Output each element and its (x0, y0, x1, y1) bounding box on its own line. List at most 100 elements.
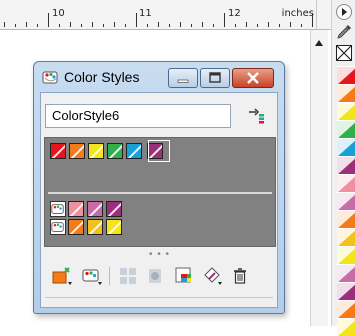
color-styles-window: Color Styles ColorStyle6 • • • (33, 61, 285, 314)
close-icon (247, 72, 259, 84)
new-harmony-icon[interactable] (81, 265, 103, 287)
color-styles-list[interactable] (44, 137, 276, 247)
palette-swatch[interactable] (337, 66, 355, 84)
ruler-tick (92, 22, 93, 27)
ruler-tick (246, 22, 247, 27)
ruler-tick (290, 22, 291, 27)
palette-swatch[interactable] (337, 120, 355, 138)
color-styles-icon (42, 71, 58, 84)
ruler-tick (15, 24, 16, 27)
harmony-swatch[interactable] (106, 201, 122, 217)
color-palette[interactable] (331, 0, 355, 336)
ruler-tick (180, 22, 181, 27)
color-style-swatch[interactable] (126, 143, 142, 159)
harmony-swatch[interactable] (68, 219, 84, 235)
palette-swatch[interactable] (337, 192, 355, 210)
palette-swatch[interactable] (337, 228, 355, 246)
ruler-tick (136, 13, 137, 27)
color-style-swatch[interactable] (50, 143, 66, 159)
import-styles-icon[interactable] (201, 265, 223, 287)
ruler-tick (301, 24, 302, 27)
palette-swatch[interactable] (337, 300, 355, 318)
harmony-swatch[interactable] (87, 219, 103, 235)
swatch-diagonal (107, 202, 121, 216)
harmony-swatch[interactable] (68, 201, 84, 217)
apply-to-selection-icon[interactable] (173, 265, 195, 287)
swatch-diagonal (89, 144, 103, 158)
delete-icon[interactable] (229, 265, 251, 287)
harmony-swatch[interactable] (87, 201, 103, 217)
ruler-tick (70, 22, 71, 27)
swatch-diagonal (108, 144, 122, 158)
convert-to-harmony-icon[interactable] (117, 265, 139, 287)
ruler-tick (103, 24, 104, 27)
swatch-diagonal (88, 202, 102, 216)
minimize-icon (177, 79, 189, 83)
resize-grip[interactable]: • • • (149, 249, 170, 260)
palette-swatch[interactable] (337, 210, 355, 228)
swatch-diagonal (69, 220, 83, 234)
ruler-tick (202, 22, 203, 27)
palette-swatch[interactable] (337, 318, 355, 336)
ruler-tick (257, 24, 258, 27)
maximize-icon (209, 72, 221, 83)
palette-swatch[interactable] (337, 282, 355, 300)
harmony-icon[interactable] (50, 201, 66, 217)
ruler-tick (213, 24, 214, 27)
toolbar-separator (109, 267, 110, 285)
ruler-tick (37, 24, 38, 27)
scroll-up-arrow-icon[interactable] (315, 40, 323, 46)
palette-swatch[interactable] (337, 102, 355, 120)
ruler-tick (158, 22, 159, 27)
harmony-swatch[interactable] (106, 219, 122, 235)
color-style-swatch[interactable] (88, 143, 104, 159)
no-fill-swatch-icon[interactable] (335, 44, 353, 62)
horizontal-ruler[interactable]: 10 11 12 inches (0, 0, 316, 30)
minimize-button[interactable] (168, 68, 198, 88)
ruler-tick (114, 22, 115, 27)
toolbar-bottom-rule (45, 297, 273, 298)
ruler-tick (59, 24, 60, 27)
vertical-scrollbar[interactable] (310, 30, 328, 326)
ruler-tick (235, 24, 236, 27)
ruler-tick (312, 13, 313, 27)
ruler-tick (191, 24, 192, 27)
ruler-tick (279, 24, 280, 27)
color-style-swatch[interactable] (69, 143, 85, 159)
style-name-field[interactable]: ColorStyle6 (45, 104, 231, 128)
palette-swatch[interactable] (337, 84, 355, 102)
ruler-tick (81, 24, 82, 27)
maximize-button[interactable] (200, 68, 230, 88)
new-color-style-icon[interactable] (51, 265, 73, 287)
harmony-icon[interactable] (50, 219, 66, 235)
palette-swatch[interactable] (337, 138, 355, 156)
eyedropper-icon[interactable] (335, 23, 353, 41)
styles-divider (48, 192, 272, 194)
ruler-tick (268, 22, 269, 27)
palette-swatch[interactable] (337, 174, 355, 192)
sort-styles-icon[interactable] (247, 107, 267, 127)
ruler-tick (48, 13, 49, 27)
swatch-diagonal (127, 144, 141, 158)
palette-swatch[interactable] (337, 156, 355, 174)
ruler-tick (224, 13, 225, 27)
palette-swatch[interactable] (337, 264, 355, 282)
ruler-tick (26, 22, 27, 27)
swatch-diagonal (88, 220, 102, 234)
color-style-swatch[interactable] (107, 143, 123, 159)
swatch-diagonal (51, 144, 65, 158)
ruler-tick (4, 22, 5, 27)
palette-menu-icon[interactable] (335, 3, 353, 21)
ruler-tick (147, 24, 148, 27)
window-content: ColorStyle6 • • • (40, 92, 278, 308)
palette-swatch[interactable] (337, 246, 355, 264)
ruler-tick (125, 24, 126, 27)
window-title: Color Styles (64, 69, 140, 85)
ruler-label-12: 12 (228, 8, 241, 19)
edit-harmony-icon[interactable] (145, 265, 167, 287)
title-bar[interactable]: Color Styles (34, 62, 284, 92)
close-button[interactable] (232, 68, 274, 88)
ruler-label-11: 11 (139, 8, 152, 19)
color-styles-toolbar (47, 263, 273, 291)
ruler-label-10: 10 (52, 8, 65, 19)
